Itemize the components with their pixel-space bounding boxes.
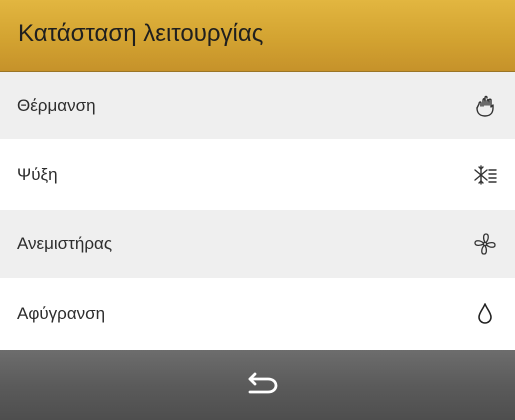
page-title: Κατάσταση λειτουργίας [18,20,264,47]
mode-item-label: Θέρμανση [17,95,96,115]
back-button[interactable] [242,370,282,400]
mode-item-dehumidify[interactable]: Αφύγρανση [0,279,515,350]
mode-item-label: Ψύξη [17,164,58,184]
fan-icon [472,231,498,257]
cooling-snowflake-icon [472,162,498,188]
heating-flame-icon [472,93,498,119]
mode-item-cooling[interactable]: Ψύξη [0,140,515,210]
mode-item-label: Ανεμιστήρας [17,234,113,253]
mode-item-label: Αφύγρανση [17,304,106,323]
back-arrow-icon [248,372,278,394]
header-bar: Κατάσταση λειτουργίας [0,0,515,72]
mode-item-heating[interactable]: Θέρμανση [0,72,515,140]
dehumidify-drop-icon [472,301,498,327]
mode-list: Θέρμανση Ψύξη Ανεμιστήρας Αφύγρανση [0,72,515,350]
mode-item-fan[interactable]: Ανεμιστήρας [0,210,515,279]
footer-bar [0,350,515,420]
operation-mode-panel: Κατάσταση λειτουργίας Θέρμανση Ψύξη Ανεμ… [0,0,515,420]
